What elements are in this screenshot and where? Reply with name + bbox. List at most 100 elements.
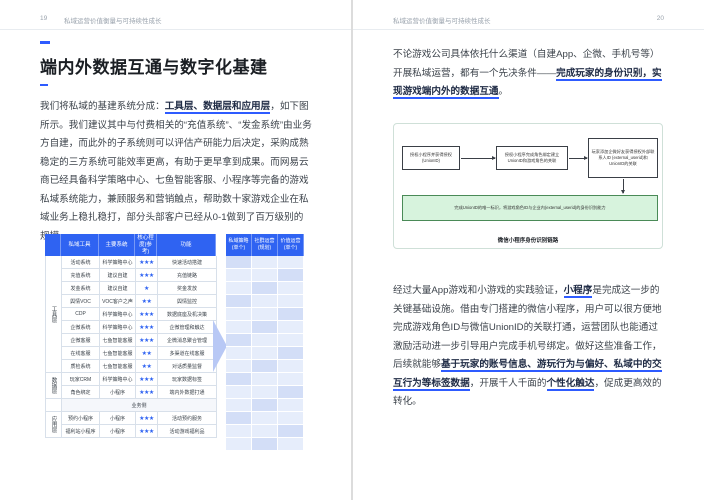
- strategy-cell: [226, 425, 252, 438]
- strategy-cell: [226, 334, 252, 347]
- strategy-cell: [252, 282, 278, 295]
- group-label: 应用层: [46, 412, 62, 438]
- body-paragraph: 经过大量App游戏和小游戏的实践验证，小程序是完成这一步的关键基础设施。借由专门…: [393, 282, 665, 412]
- strategy-cell: [278, 438, 304, 451]
- table-body: 工具层 活动系统 科学策略中心 ★★★ 快速活动搭建 充值系统 建议自建 ★★★ 充值链路 发金系…: [45, 256, 217, 438]
- strategy-cell: [226, 282, 252, 295]
- strategy-cell: [278, 321, 304, 334]
- importance-stars: ★★★: [136, 256, 158, 269]
- strategy-cell: [226, 360, 252, 373]
- table-cell: 小程序: [100, 412, 136, 425]
- identity-flow-diagram: 授权小程序并获得授权(UnionID) 授权小程序完成角色绑定建立UnionID…: [393, 123, 663, 249]
- strategy-cell: [252, 386, 278, 399]
- table-cell: 建议自建: [100, 282, 136, 295]
- strategy-cell: [278, 295, 304, 308]
- strategy-cell: [278, 399, 304, 412]
- importance-stars: ★★: [136, 347, 158, 360]
- strategy-header-cell: 私域策略(单个): [226, 234, 252, 256]
- importance-stars: ★★★: [136, 425, 158, 438]
- table-cell: 七鱼智能客服: [100, 334, 136, 347]
- strategy-cell: [252, 438, 278, 451]
- strategy-cell: [278, 282, 304, 295]
- strategy-cell: [278, 308, 304, 321]
- paragraph-text: 是完成这一步的关键基础设施。借由专门搭建的微信小程序，用户可以很方便地完成游戏角…: [393, 285, 662, 370]
- highlighted-text: 个性化触达: [546, 377, 595, 391]
- table-cell: 小程序: [100, 386, 136, 399]
- highlighted-text: 小程序: [563, 285, 593, 298]
- importance-stars: ★★★: [136, 412, 158, 425]
- table-cell: 多渠道在线客服: [158, 347, 217, 360]
- table-cell: 七鱼智能客服: [100, 360, 136, 373]
- paragraph-text: ，开展千人千面的: [469, 377, 547, 389]
- table-cell: VOC客户之声: [100, 295, 136, 308]
- table-cell: 七鱼智能客服: [100, 347, 136, 360]
- table-span-row: 业务侧: [62, 399, 217, 412]
- strategy-cell: [278, 386, 304, 399]
- strategy-cell: [278, 425, 304, 438]
- right-page: 私域运营价值衡量与可持续性成长 20 不论游戏公司具体依托什么渠道（自建App、…: [353, 0, 704, 500]
- header-cell-spacer: [45, 234, 61, 256]
- paragraph-text: 经过大量App游戏和小游戏的实践验证，: [393, 285, 564, 296]
- group-label: [46, 399, 62, 412]
- table-cell: 科学策略中心: [100, 373, 136, 386]
- infrastructure-table: 私域工具 主要系统 核心程度(参考) 功能 工具层 活动系统 科学策略中心 ★★★ 快速活动搭…: [45, 234, 217, 438]
- strategy-cell: [278, 347, 304, 360]
- table-cell: 活动游戏福利品: [158, 425, 217, 438]
- diagram-box-wecom: 玩家添加企微好友获得授权外部联系人ID (external_userid)和Un…: [588, 138, 658, 178]
- table-cell: 福利站小程序: [62, 425, 100, 438]
- strategy-cell: [226, 347, 252, 360]
- diagram-box-authorize: 授权小程序并获得授权(UnionID): [402, 146, 460, 170]
- intro-paragraph: 不论游戏公司具体依托什么渠道（自建App、企微、手机号等）开展私域运营，都有一个…: [393, 46, 665, 102]
- importance-stars: ★★★: [136, 334, 158, 347]
- paragraph-text: 。: [498, 86, 509, 97]
- table-cell: 小程序: [100, 425, 136, 438]
- table-header-cell: 主要系统: [99, 234, 135, 256]
- strategy-table-body: [226, 256, 304, 451]
- strategy-cell: [226, 373, 252, 386]
- table-cell: 数据底座及机决策: [158, 308, 217, 321]
- strategy-cell: [252, 373, 278, 386]
- strategy-cell: [226, 386, 252, 399]
- strategy-cell: [252, 321, 278, 334]
- group-label: 数据层: [46, 373, 62, 399]
- table-cell: 活动预约服务: [158, 412, 217, 425]
- running-head: 私域运营价值衡量与可持续性成长: [393, 18, 491, 25]
- strategy-cell: [278, 412, 304, 425]
- table-cell: 舆情监控: [158, 295, 217, 308]
- table-cell: 企微客服: [62, 334, 100, 347]
- strategy-cell: [226, 269, 252, 282]
- importance-stars: ★: [136, 282, 158, 295]
- strategy-header-cell: 社群运营(规划): [252, 234, 278, 256]
- table-cell: 端内外数据打通: [158, 386, 217, 399]
- table-cell: 预约小程序: [62, 412, 100, 425]
- strategy-cell: [252, 425, 278, 438]
- strategy-cell: [252, 347, 278, 360]
- page-number: 19: [40, 15, 48, 22]
- table-cell: 在线客服: [62, 347, 100, 360]
- table-header: 私域工具 主要系统 核心程度(参考) 功能: [45, 234, 216, 256]
- table-cell: 企微消息聚合管理: [158, 334, 217, 347]
- table-cell: CDP: [62, 308, 100, 321]
- strategy-cell: [278, 373, 304, 386]
- strategy-table: 私域策略(单个) 社群运营(规划) 价值运营(单个): [226, 234, 304, 451]
- strategy-cell: [278, 334, 304, 347]
- importance-stars: ★★★: [136, 373, 158, 386]
- table-cell: 角色绑定: [62, 386, 100, 399]
- left-page: 19 私域运营价值衡量与可持续性成长 端内外数据互通与数字化基建 我们将私域的基…: [0, 0, 351, 500]
- strategy-cell: [252, 269, 278, 282]
- table-cell: 科学策略中心: [100, 308, 136, 321]
- strategy-cell: [252, 412, 278, 425]
- table-header-cell: 私域工具: [61, 234, 99, 256]
- importance-stars: ★★: [136, 295, 158, 308]
- table-cell: 企微系统: [62, 321, 100, 334]
- table-cell: 对话质量监督: [158, 360, 217, 373]
- strategy-cell: [278, 360, 304, 373]
- strategy-table-header: 私域策略(单个) 社群运营(规划) 价值运营(单个): [226, 234, 304, 256]
- accent-bar: [40, 41, 50, 44]
- section-title: 端内外数据互通与数字化基建: [40, 58, 268, 77]
- diagram-caption: 微信小程序身份识别链路: [497, 238, 559, 244]
- table-header-cell: 核心程度(参考): [135, 234, 157, 256]
- strategy-cell: [252, 256, 278, 269]
- table-cell: 发金系统: [62, 282, 100, 295]
- page-number: 20: [656, 15, 664, 22]
